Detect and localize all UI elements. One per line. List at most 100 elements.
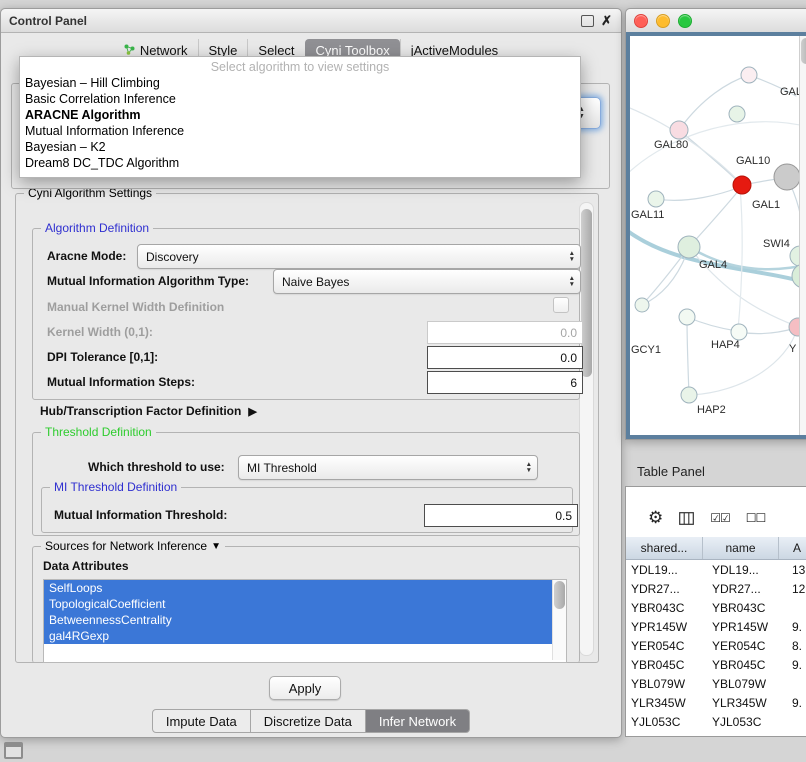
table-row[interactable]: YLR345WYLR345W9. xyxy=(626,693,806,712)
network-canvas[interactable]: GAL80GALGAL10GAL11GAL1SWI4GAL4GCY1HAP4YH… xyxy=(630,36,806,435)
dpi-tolerance-label: DPI Tolerance [0,1]: xyxy=(47,350,158,364)
sources-collapser[interactable]: Sources for Network Inference ▼ xyxy=(41,539,225,554)
zoom-traffic-icon[interactable] xyxy=(678,14,692,28)
network-node[interactable] xyxy=(774,164,800,190)
float-window-icon[interactable] xyxy=(581,15,594,27)
network-node[interactable] xyxy=(678,236,700,258)
table-cell: YJL053C xyxy=(707,715,787,729)
aracne-mode-select[interactable]: Discovery ▲▼ xyxy=(137,244,581,269)
column-header[interactable]: A xyxy=(779,537,806,559)
table-row[interactable]: YPR145WYPR145W9. xyxy=(626,617,806,636)
algorithm-option[interactable]: Basic Correlation Inference xyxy=(20,91,580,107)
data-attributes-label: Data Attributes xyxy=(43,559,129,573)
scrollbar-thumb[interactable] xyxy=(801,38,806,64)
table-cell: YER054C xyxy=(707,639,787,653)
network-edge xyxy=(687,319,689,395)
table-cell: YBR045C xyxy=(707,658,787,672)
network-view-window: GAL80GALGAL10GAL11GAL1SWI4GAL4GCY1HAP4YH… xyxy=(625,8,806,440)
table-row[interactable]: YJL053CYJL053C xyxy=(626,712,806,731)
algorithm-option[interactable]: ARACNE Algorithm xyxy=(20,107,580,123)
network-node[interactable] xyxy=(731,324,747,340)
dpi-tolerance-field[interactable]: 0.0 xyxy=(427,346,583,369)
network-edge xyxy=(656,187,740,200)
chevron-down-icon: ▼ xyxy=(526,468,532,474)
which-threshold-value: MI Threshold xyxy=(247,461,317,475)
data-attributes-list[interactable]: SelfLoopsTopologicalCoefficientBetweenne… xyxy=(43,579,567,663)
mi-type-select[interactable]: Naive Bayes ▲▼ xyxy=(273,269,581,294)
hub-definition-expander[interactable]: Hub/Transcription Factor Definition ▶ xyxy=(40,404,257,418)
cyni-settings-group: Cyni Algorithm Settings Algorithm Defini… xyxy=(15,193,599,663)
data-attribute-item[interactable]: BetweennessCentrality xyxy=(44,612,553,628)
network-node-label: HAP4 xyxy=(711,339,740,351)
network-canvas-svg[interactable]: GAL80GALGAL10GAL11GAL1SWI4GAL4GCY1HAP4YH… xyxy=(630,36,806,434)
bottom-tabs: Impute Data Discretize Data Infer Networ… xyxy=(1,709,621,733)
select-all-icon[interactable]: ☑☑ xyxy=(710,511,730,525)
algorithm-option[interactable]: Dream8 DC_TDC Algorithm xyxy=(20,155,580,171)
table-row[interactable]: YDL19...YDL19...13 xyxy=(626,560,806,579)
table-cell: 9. xyxy=(787,696,806,710)
table-panel-title: Table Panel xyxy=(637,464,705,479)
mi-steps-field[interactable]: 6 xyxy=(427,371,583,394)
gear-icon[interactable]: ⚙ xyxy=(648,508,663,528)
network-node[interactable] xyxy=(733,176,751,194)
column-header[interactable]: shared... xyxy=(626,537,703,559)
scrollbar-thumb[interactable] xyxy=(554,581,565,609)
close-traffic-icon[interactable] xyxy=(634,14,648,28)
algorithm-option[interactable]: Bayesian – Hill Climbing xyxy=(20,75,580,91)
network-node[interactable] xyxy=(681,387,697,403)
chevron-down-icon: ▼ xyxy=(569,257,575,263)
network-node[interactable] xyxy=(648,191,664,207)
control-panel-titlebar[interactable]: Control Panel ✗ xyxy=(1,9,621,33)
tab-infer-network[interactable]: Infer Network xyxy=(366,709,470,733)
network-node[interactable] xyxy=(670,121,688,139)
network-node[interactable] xyxy=(635,298,649,312)
manual-kernel-checkbox xyxy=(553,297,569,313)
kernel-width-field: 0.0 xyxy=(427,321,583,344)
table-header-row: shared... name A xyxy=(626,537,806,560)
data-attribute-item[interactable]: SelfLoops xyxy=(44,580,553,596)
data-attribute-item[interactable]: TopologicalCoefficient xyxy=(44,596,553,612)
minimized-panel-icon[interactable] xyxy=(4,742,23,759)
table-row[interactable]: YBR043CYBR043C xyxy=(626,598,806,617)
network-scrollbar[interactable] xyxy=(799,36,806,435)
column-header[interactable]: name xyxy=(703,537,779,559)
hub-definition-label: Hub/Transcription Factor Definition xyxy=(40,404,241,418)
table-cell: YPR145W xyxy=(707,620,787,634)
table-row[interactable]: YDR27...YDR27...12 xyxy=(626,579,806,598)
table-row[interactable]: YBR045CYBR045C9. xyxy=(626,655,806,674)
algorithm-definition-title: Algorithm Definition xyxy=(41,221,153,236)
data-attribute-item[interactable]: gal4RGexp xyxy=(44,628,553,644)
algorithm-option[interactable]: Mutual Information Inference xyxy=(20,123,580,139)
which-threshold-label: Which threshold to use: xyxy=(88,460,225,474)
table-cell: YBR045C xyxy=(626,658,707,672)
table-cell: YLR345W xyxy=(626,696,707,710)
apply-button[interactable]: Apply xyxy=(269,676,341,700)
algorithm-dropdown-options: Bayesian – Hill ClimbingBasic Correlatio… xyxy=(20,75,580,171)
mi-type-value: Naive Bayes xyxy=(282,275,349,289)
attributes-scrollbar[interactable] xyxy=(552,580,566,660)
network-edge xyxy=(679,130,740,183)
table-cell: YDL19... xyxy=(626,563,707,577)
which-threshold-select[interactable]: MI Threshold ▲▼ xyxy=(238,455,538,480)
close-icon[interactable]: ✗ xyxy=(601,15,612,27)
table-cell: YLR345W xyxy=(707,696,787,710)
table-cell: YER054C xyxy=(626,639,707,653)
algorithm-option[interactable]: Bayesian – K2 xyxy=(20,139,580,155)
settings-scrollbar[interactable] xyxy=(579,202,594,656)
network-node[interactable] xyxy=(741,67,757,83)
mi-threshold-field[interactable]: 0.5 xyxy=(424,504,578,527)
chevron-down-icon: ▼ xyxy=(569,282,575,288)
table-row[interactable]: YER054CYER054C8. xyxy=(626,636,806,655)
network-window-titlebar[interactable] xyxy=(626,9,806,33)
minimize-traffic-icon[interactable] xyxy=(656,14,670,28)
network-node[interactable] xyxy=(729,106,745,122)
mi-type-label: Mutual Information Algorithm Type: xyxy=(47,274,249,288)
show-columns-icon[interactable] xyxy=(679,512,694,525)
deselect-all-icon[interactable]: ☐☐ xyxy=(746,511,766,525)
network-node[interactable] xyxy=(679,309,695,325)
table-cell: 8. xyxy=(787,639,806,653)
collapse-arrow-icon: ▼ xyxy=(211,539,221,554)
tab-discretize-data[interactable]: Discretize Data xyxy=(251,709,366,733)
table-row[interactable]: YBL079WYBL079W xyxy=(626,674,806,693)
tab-impute-data[interactable]: Impute Data xyxy=(152,709,251,733)
